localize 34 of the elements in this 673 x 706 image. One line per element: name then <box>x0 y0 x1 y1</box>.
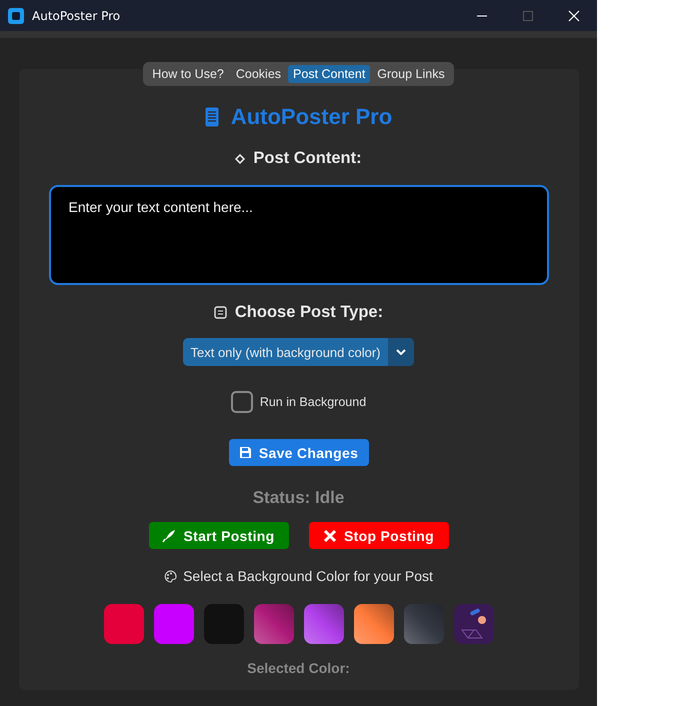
color-swatch[interactable] <box>254 604 294 644</box>
cross-icon <box>323 528 338 542</box>
post-type-dropdown[interactable]: Text only (with background color) <box>183 338 414 366</box>
app-icon <box>8 8 24 24</box>
color-swatch[interactable] <box>104 604 144 644</box>
maximize-icon <box>522 10 534 22</box>
color-swatch[interactable] <box>404 604 444 644</box>
tab[interactable]: Post Content <box>288 65 370 83</box>
tab[interactable]: Group Links <box>372 65 450 83</box>
palette-icon <box>164 570 178 582</box>
frame-icon <box>214 306 227 319</box>
window-title: AutoPoster Pro <box>32 8 120 22</box>
tab[interactable]: Cookies <box>230 65 286 83</box>
chevron-down-icon <box>396 349 406 355</box>
color-swatch[interactable] <box>304 604 344 644</box>
stop-posting-button[interactable]: Stop Posting <box>308 522 448 549</box>
document-icon <box>204 107 219 127</box>
status-text: Status: Idle <box>252 488 344 508</box>
selected-color-label: Selected Color: <box>247 660 350 676</box>
diamond-icon <box>235 154 246 164</box>
color-swatch[interactable] <box>154 604 194 644</box>
start-posting-button[interactable]: Start Posting <box>148 522 288 549</box>
color-swatch[interactable] <box>454 604 494 644</box>
section-label: Post Content: <box>253 149 362 168</box>
color-swatch[interactable] <box>354 604 394 644</box>
app-heading: AutoPoster Pro <box>230 104 392 130</box>
save-changes-button[interactable]: Save Changes <box>228 439 368 466</box>
color-swatch[interactable] <box>204 604 244 644</box>
close-icon <box>568 10 580 22</box>
post-content-field[interactable]: Enter your text content here... <box>48 185 548 285</box>
section-label: Choose Post Type: <box>234 303 384 322</box>
tab[interactable]: How to Use? <box>147 65 229 83</box>
color-prompt: Select a Background Color for your Post <box>183 568 433 584</box>
run-in-background-checkbox[interactable]: Run in Background <box>230 391 366 413</box>
